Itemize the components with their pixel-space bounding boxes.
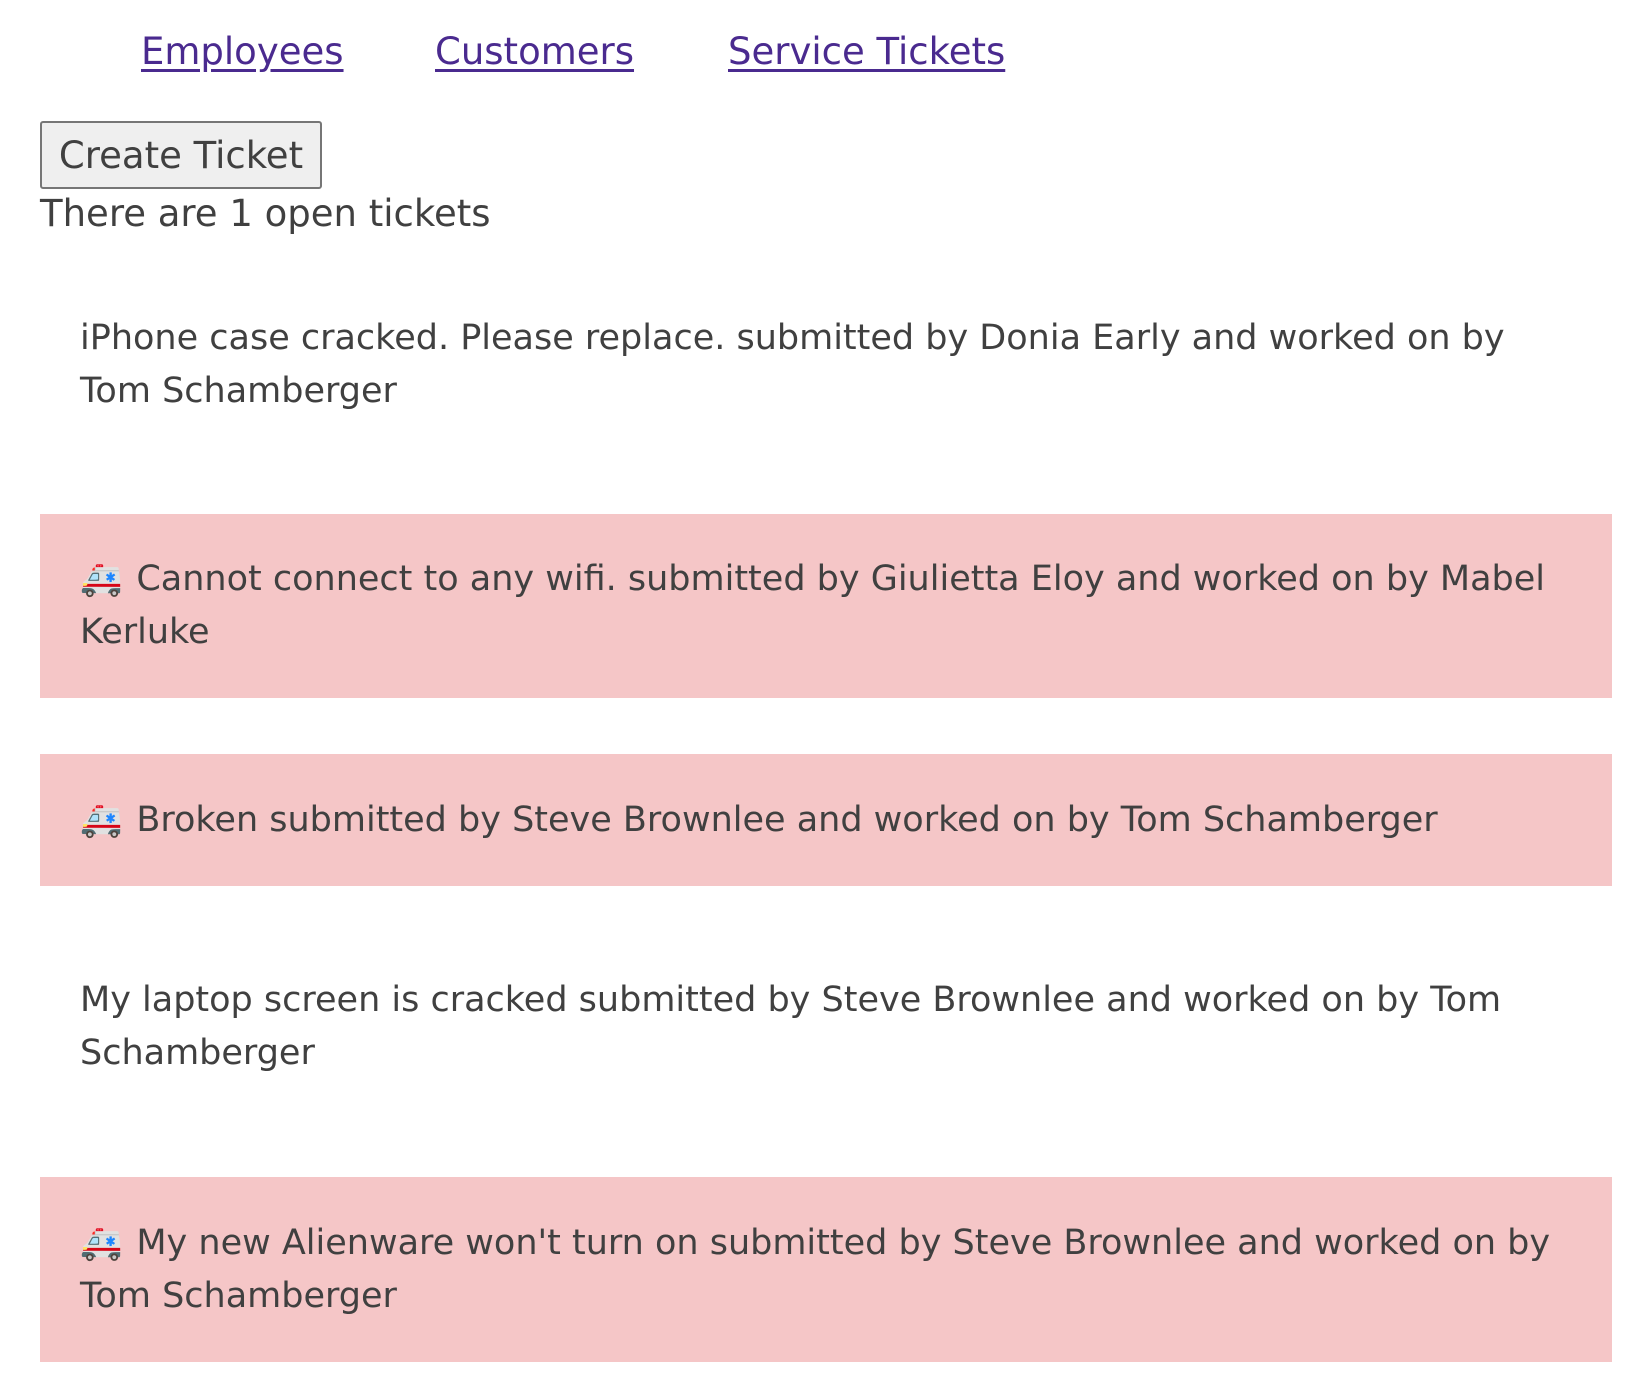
ticket-item-emergency: 🚑 Broken submitted by Steve Brownlee and … [40, 754, 1612, 886]
create-ticket-button[interactable]: Create Ticket [40, 121, 322, 189]
ambulance-icon: 🚑 [80, 1222, 123, 1263]
ticket-item-emergency: 🚑 Cannot connect to any wifi. submitted b… [40, 514, 1612, 698]
nav-link-service-tickets[interactable]: Service Tickets [728, 30, 1005, 73]
ticket-text: My new Alienware won't turn on submitted… [80, 1222, 1551, 1316]
ticket-text: iPhone case cracked. Please replace. sub… [80, 318, 1505, 411]
ticket-text-wrap: 🚑 My new Alienware won't turn on submitte… [80, 1217, 1572, 1323]
nav-link-customers[interactable]: Customers [435, 30, 634, 73]
ticket-item: iPhone case cracked. Please replace. sub… [40, 300, 1612, 430]
nav-link-employees[interactable]: Employees [141, 30, 344, 73]
ticket-text: Cannot connect to any wifi. submitted by… [80, 559, 1546, 652]
ticket-text-wrap: 🚑 Broken submitted by Steve Brownlee and … [80, 794, 1438, 847]
main-nav: Employees Customers Service Tickets [0, 30, 1640, 90]
ticket-text: My laptop screen is cracked submitted by… [80, 980, 1502, 1073]
ambulance-icon: 🚑 [80, 799, 123, 840]
ticket-item: My laptop screen is cracked submitted by… [40, 962, 1612, 1092]
ticket-text-wrap: 🚑 Cannot connect to any wifi. submitted b… [80, 553, 1572, 659]
ticket-item-emergency: 🚑 My new Alienware won't turn on submitte… [40, 1177, 1612, 1362]
ticket-text: Broken submitted by Steve Brownlee and w… [136, 799, 1438, 840]
open-ticket-count: There are 1 open tickets [40, 192, 491, 235]
ambulance-icon: 🚑 [80, 559, 123, 599]
